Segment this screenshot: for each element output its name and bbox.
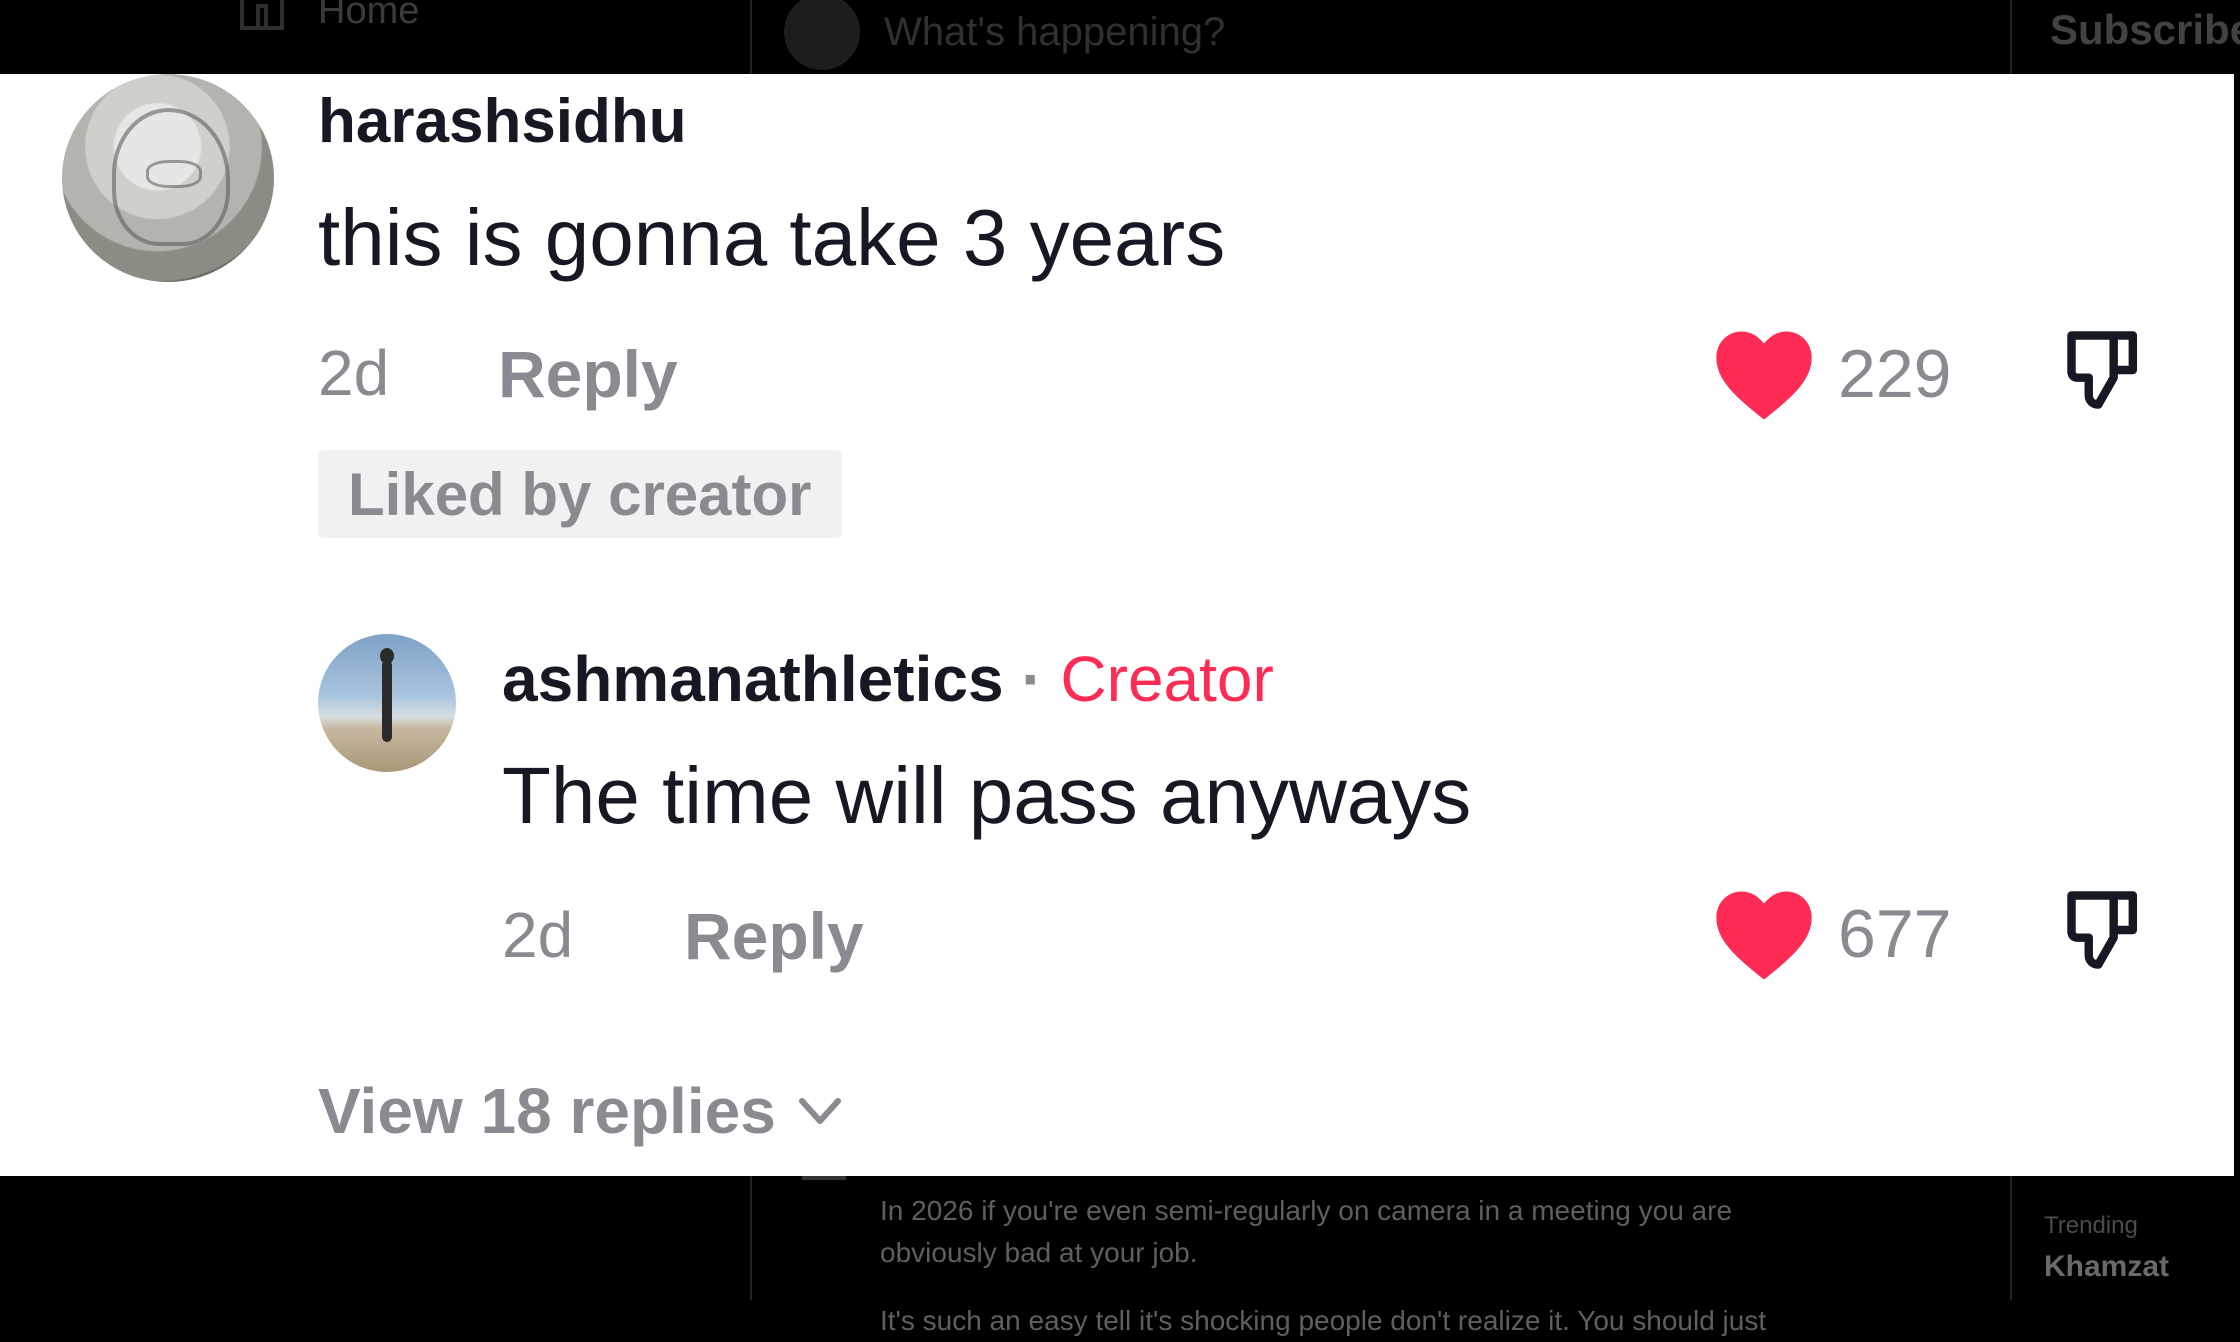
like-button[interactable]: 677 (1712, 886, 1951, 982)
background-trending-name[interactable]: Khamzat (2044, 1250, 2169, 1284)
reply-button[interactable]: Reply (684, 898, 864, 974)
avatar-sketch-glasses (146, 160, 202, 188)
home-icon (240, 0, 284, 30)
liked-by-creator-badge: Liked by creator (318, 450, 842, 538)
heart-icon (1716, 891, 1812, 980)
chevron-down-icon (798, 1098, 841, 1124)
comment-username-row: ashmanathletics · Creator (502, 642, 1274, 716)
background-compose[interactable]: What's happening? (784, 0, 1225, 70)
dislike-icon[interactable] (2060, 324, 2152, 416)
comment-text: The time will pass anyways (502, 751, 1472, 840)
background-compose-placeholder: What's happening? (884, 9, 1226, 54)
background-post-text: In 2026 if you're even semi-regularly on… (880, 1190, 1880, 1342)
background-post-line: obviously bad at your job. (880, 1237, 1198, 1268)
comment-username[interactable]: harashsidhu (318, 86, 687, 157)
creator-tag: Creator (1060, 643, 1274, 715)
comment-username[interactable]: ashmanathletics (502, 643, 1004, 715)
separator-dot: · (1021, 643, 1043, 715)
comment-text: this is gonna take 3 years (318, 193, 1226, 282)
comment-age: 2d (502, 899, 574, 971)
avatar[interactable] (62, 74, 274, 282)
background-subscribe-button[interactable]: Subscribe (2050, 6, 2240, 54)
view-replies-label: View 18 replies (318, 1075, 776, 1147)
background-post-line: In 2026 if you're even semi-regularly on… (880, 1195, 1733, 1226)
comment-age: 2d (318, 337, 390, 409)
reply-button[interactable]: Reply (498, 336, 678, 412)
background-nav-home-label: Home (318, 0, 420, 32)
background-post-line: It's such an easy tell it's shocking peo… (880, 1305, 1767, 1336)
like-count: 677 (1838, 896, 1952, 972)
heart-icon (1716, 331, 1812, 420)
background-nav-home[interactable]: Home (240, 0, 419, 33)
view-replies-button[interactable]: View 18 replies (318, 1074, 844, 1148)
comments-panel: harashsidhu this is gonna take 3 years 2… (0, 74, 2234, 1176)
background-trending-label: Trending (2044, 1212, 2138, 1239)
dislike-icon[interactable] (2060, 884, 2152, 976)
like-button[interactable]: 229 (1712, 326, 1951, 422)
like-count: 229 (1838, 336, 1952, 412)
background-compose-avatar (784, 0, 860, 70)
avatar-figure-body (382, 660, 392, 742)
avatar[interactable] (318, 634, 456, 772)
